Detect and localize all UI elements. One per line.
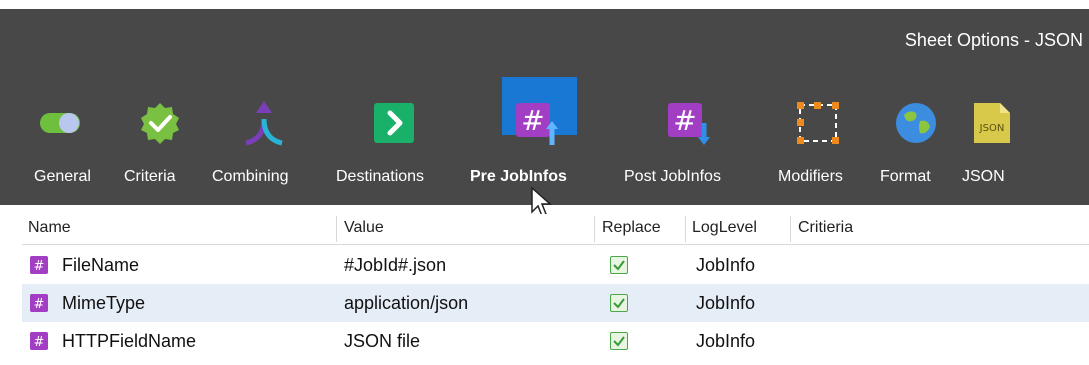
window-title: Sheet Options - JSON	[904, 30, 1083, 50]
cell-value: JSON file	[344, 331, 421, 351]
table-row[interactable]: # MimeType application/json JobInfo	[22, 284, 1089, 322]
table-row[interactable]: # FileName #JobId#.json JobInfo	[22, 246, 1089, 284]
cell-name: FileName	[62, 255, 140, 275]
column-header-loglevel[interactable]: LogLevel	[692, 219, 757, 237]
tab-label: Pre JobInfos	[470, 168, 567, 185]
svg-text:#: #	[34, 297, 45, 312]
tab-label: General	[34, 168, 91, 185]
cell-value: application/json	[344, 293, 469, 313]
hash-icon: #	[30, 332, 48, 350]
tab-label: Modifiers	[778, 168, 843, 185]
dashed-frame-icon	[797, 102, 839, 144]
tab-criteria[interactable]: Criteria	[124, 75, 184, 198]
tab-post-jobinfos[interactable]: # Post JobInfos	[624, 75, 764, 198]
column-header-value[interactable]: Value	[344, 219, 384, 237]
svg-text:#: #	[34, 259, 45, 274]
cell-loglevel: JobInfo	[696, 293, 756, 313]
cell-loglevel: JobInfo	[696, 331, 756, 351]
tab-combining[interactable]: Combining	[212, 75, 312, 198]
jobinfo-table: Name Value Replace LogLevel Critieria # …	[22, 214, 1089, 365]
options-toolbar: Sheet Options - JSON General Criteria Co…	[0, 9, 1089, 218]
replace-checkbox[interactable]	[610, 294, 628, 312]
table-header: Name Value Replace LogLevel Critieria	[22, 214, 1089, 245]
table-row[interactable]: # HTTPFieldName JSON file JobInfo	[22, 322, 1089, 360]
svg-text:JSON: JSON	[979, 123, 1005, 134]
svg-text:#: #	[34, 335, 45, 350]
tab-label: Format	[880, 168, 931, 185]
tab-label: Combining	[212, 168, 289, 185]
hash-icon: #	[30, 256, 48, 274]
column-header-criteria[interactable]: Critieria	[798, 219, 853, 237]
badge-check-icon	[141, 103, 179, 144]
tab-label: JSON	[962, 168, 1005, 185]
hash-down-icon: #	[668, 103, 710, 145]
cell-name: HTTPFieldName	[62, 331, 197, 351]
globe-icon	[896, 103, 936, 143]
column-header-name[interactable]: Name	[28, 219, 71, 237]
hash-icon: #	[30, 294, 48, 312]
svg-text:#: #	[521, 104, 544, 137]
tab-label: Destinations	[336, 168, 425, 185]
json-file-icon: JSON	[974, 103, 1010, 143]
hash-up-icon: #	[516, 103, 558, 145]
replace-checkbox[interactable]	[610, 332, 628, 350]
tab-pre-jobinfos[interactable]: # Pre JobInfos	[470, 75, 610, 198]
replace-checkbox[interactable]	[610, 256, 628, 274]
cell-value: #JobId#.json	[344, 255, 447, 275]
tab-modifiers[interactable]: Modifiers	[778, 75, 858, 198]
tab-format[interactable]: Format	[880, 75, 950, 198]
cell-name: MimeType	[62, 293, 146, 313]
merge-arrow-icon	[245, 101, 283, 146]
window-top-strip	[0, 0, 1089, 9]
column-header-replace[interactable]: Replace	[602, 219, 661, 237]
arrow-right-box-icon	[374, 103, 414, 143]
svg-text:#: #	[673, 104, 696, 137]
tab-destinations[interactable]: Destinations	[336, 75, 456, 198]
tab-label: Criteria	[124, 168, 176, 185]
cell-loglevel: JobInfo	[696, 255, 756, 275]
tab-json[interactable]: JSON JSON	[962, 75, 1032, 198]
toggle-icon	[40, 113, 80, 133]
tab-label: Post JobInfos	[624, 168, 721, 185]
tab-general[interactable]: General	[34, 75, 94, 198]
